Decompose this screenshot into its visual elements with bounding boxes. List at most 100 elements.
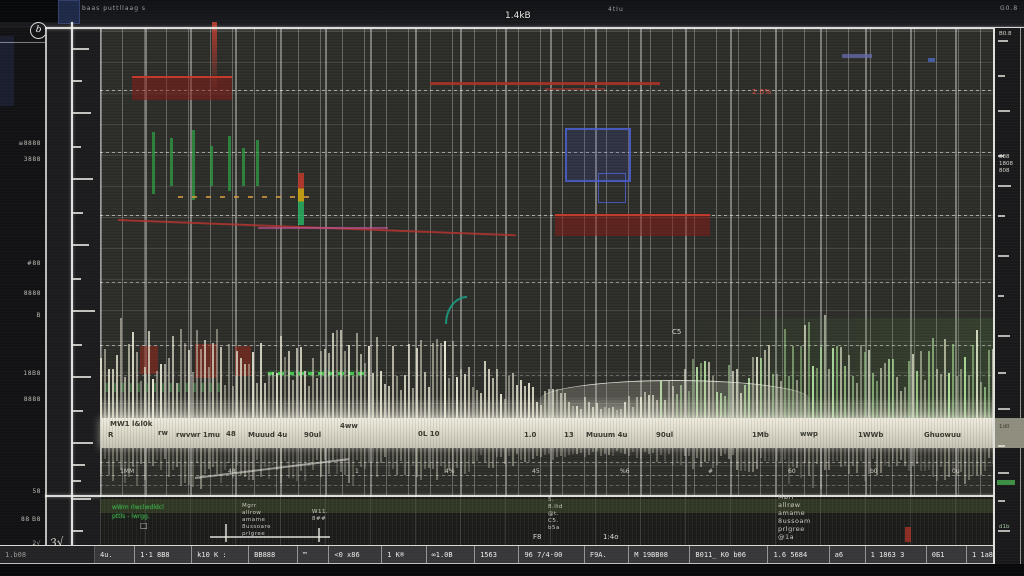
band-label: 13 [564,431,574,439]
square-icon[interactable]: □ [140,521,148,530]
band-label: R [108,431,113,439]
ruler-tick [73,212,83,214]
sidebar-label: 3888 [24,156,41,163]
scale-tick-label: # [708,468,713,475]
status-segment[interactable]: <0 x86 [329,546,382,563]
main-chart[interactable]: 2.0% C5 MW1 l&l0kRrwrwvwr 1mu48Muuud 4u9… [100,28,993,497]
rail-tick [998,155,1004,157]
band-label: 90ul [656,431,673,439]
ruler-tick [73,178,93,180]
time-label: 1:4o [603,533,619,541]
rail-inner-line [1020,28,1021,564]
band-label: 4ww [340,422,358,430]
green-streak [256,140,259,186]
status-segment[interactable]: 1.b08 [0,546,95,563]
window-accent-block[interactable] [58,0,80,24]
ruler-tick [73,376,91,378]
gridline-h [100,90,993,91]
tab-strip-noise: baas puttllaag s [82,5,146,12]
f8-label: F8 [533,533,541,541]
rail-tick [998,500,1005,502]
blue-dot [928,58,935,62]
band-label: wwp [800,430,818,438]
ruler-tick [73,464,85,466]
ruler-tick [73,344,82,346]
sidebar-blue-block [0,36,14,106]
ruler-tick [73,146,81,148]
top-bar: baas puttllaag s 1.4kB 4tIu G0.8 [0,0,1024,28]
status-segment[interactable]: 96 7/4·00 [519,546,584,563]
scale-line [100,462,993,463]
green-streak [170,138,173,186]
band-label: Muuum 4u [586,431,628,439]
rail-tick [998,185,1011,187]
band-label: Ghuowuu [924,431,961,439]
noise-column-d: Mørr allrøw amame 8ussoam prlgree @1a [778,493,811,541]
band-label: 48 [226,430,236,438]
top-noise-mid: 4tIu [608,6,624,13]
noise-column-b: W11. 8## [312,509,328,523]
green-streak [228,136,231,191]
left-sidebar: ≡88883888#888888B18B888885888 B82√ [0,28,45,564]
red-descending-trace [118,213,518,243]
right-rail[interactable]: B0.8 888 1808 808 1d0 d1b [993,28,1024,564]
band-label: 0L 10 [418,430,440,438]
sidebar-tick [0,42,45,43]
red-hline-trace [430,82,660,85]
status-segment[interactable]: M 19BB08 [629,546,690,563]
rail-top-label: B0.8 [999,31,1012,38]
ruler-tick [73,244,89,246]
band-label: Muuud 4u [248,431,287,439]
status-segment[interactable]: 4u. [95,546,135,563]
sidebar-label: 18B8 [23,370,41,377]
ruler-tick [73,278,81,280]
ruler-tick [73,442,93,444]
gridline-h [100,152,993,153]
scale-tick-label: b0 [870,468,878,475]
status-segment[interactable]: BB888 [249,546,298,563]
scale-tick-label: 60 [788,468,796,475]
rail-band [995,418,1024,448]
status-segment[interactable]: 0Б1 [927,546,967,563]
status-segment[interactable]: 1563 [475,546,519,563]
status-segment[interactable]: a6 [830,546,866,563]
status-segment[interactable]: 1·1 8B8 [135,546,192,563]
status-segment[interactable]: ™ [298,546,330,563]
sidebar-label: 8888 [24,396,41,403]
rail-tick [998,295,1004,297]
scale-tick-label: 1MM [120,468,134,475]
status-segment[interactable]: k10 K : [192,546,249,563]
band-label: rw [158,429,168,437]
bench-leg [225,524,227,542]
red-fill-trace [555,214,710,236]
violet-dash [842,54,872,58]
sidebar-label: 8888 [24,290,41,297]
chart-top-border [45,27,1024,29]
status-segment[interactable]: 1 1863 3 [866,546,927,563]
size-label: 1.4kB [505,11,531,21]
rail-tick [998,472,1009,474]
green-streak [210,146,213,186]
scale-line [100,485,993,486]
scale-tick-label: 0u [952,468,960,475]
sidebar-label: 88 B8 [21,516,41,523]
ruler-line-inner[interactable] [71,22,73,555]
ruler-tick [73,310,95,312]
status-segment[interactable]: ∞1.0B [427,546,476,563]
status-segment[interactable]: F9A. [585,546,629,563]
ruler-line-outer [45,28,47,545]
ruler-tick [73,530,83,532]
bench-line [210,536,330,538]
band-label: 1WWb [858,431,883,439]
rail-band-label: 1d0 [999,424,1010,431]
status-segment[interactable]: 1 K® [382,546,426,563]
status-segment[interactable]: B011_ K0 b06 [690,546,768,563]
status-bar: 1.b084u.1·1 8B8k10 K :BB888™<0 x861 K®∞1… [0,545,1024,564]
status-segment[interactable]: 1.6 5684 [768,546,829,563]
scale-tick-label: %6 [620,468,630,475]
red-hline-trace-step [545,88,605,90]
top-noise-right: G0.8 [1000,5,1018,12]
sidebar-label: ≡8888 [18,140,41,147]
band-label: MW1 l&l0k [110,420,152,428]
rail-tick [998,40,1008,42]
